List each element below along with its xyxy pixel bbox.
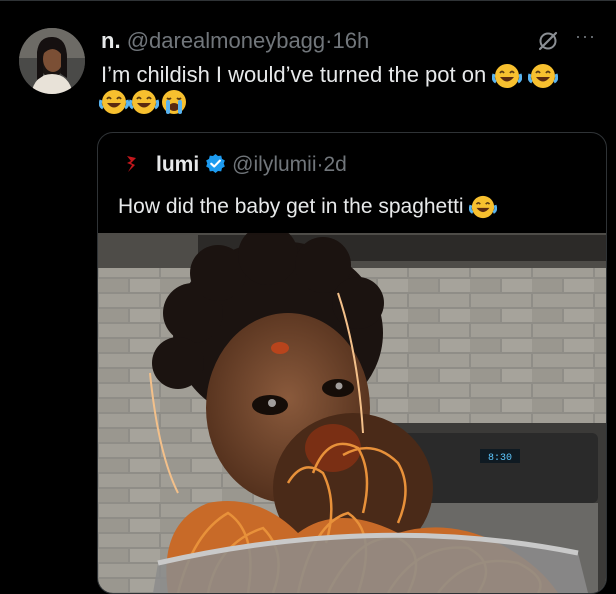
top-divider xyxy=(0,0,616,1)
quoted-tweet[interactable]: lumi @ilylumii·2d How did the baby get i… xyxy=(97,132,607,594)
tweet-text: I’m childish I would’ve turned the pot o… xyxy=(101,60,601,90)
quote-display-name[interactable]: lumi xyxy=(156,153,199,176)
quote-text: How did the baby get in the spaghetti xyxy=(118,193,498,221)
display-name[interactable]: n. xyxy=(101,28,121,53)
laughing-emoji-icon xyxy=(99,90,129,114)
avatar[interactable] xyxy=(19,28,85,94)
emoji-row xyxy=(99,88,189,116)
laughing-emoji-icon xyxy=(528,64,559,89)
quote-photo[interactable]: 8:30 xyxy=(98,233,606,593)
crying-emoji-icon xyxy=(162,90,186,114)
user-handle[interactable]: @darealmoneybagg xyxy=(127,28,325,53)
laughing-emoji-icon xyxy=(492,64,523,89)
more-icon[interactable]: ··· xyxy=(575,26,596,47)
tweet-body: I’m childish I would’ve turned the pot o… xyxy=(101,62,487,87)
tweet-header: n. @darealmoneybagg·16h xyxy=(101,27,369,55)
timestamp[interactable]: 16h xyxy=(332,28,369,53)
quote-handle[interactable]: @ilylumii xyxy=(232,153,316,176)
quote-header: lumi @ilylumii·2d xyxy=(156,151,347,179)
laughing-emoji-icon xyxy=(129,90,159,114)
quote-body: How did the baby get in the spaghetti xyxy=(118,195,464,218)
laughing-emoji-icon xyxy=(469,196,498,219)
quote-timestamp[interactable]: 2d xyxy=(324,153,347,176)
quote-separator-dot: · xyxy=(316,153,324,176)
quote-avatar[interactable] xyxy=(121,153,143,175)
stove-display: 8:30 xyxy=(488,453,512,464)
verified-badge-icon xyxy=(206,153,226,174)
grok-icon[interactable] xyxy=(537,30,559,52)
